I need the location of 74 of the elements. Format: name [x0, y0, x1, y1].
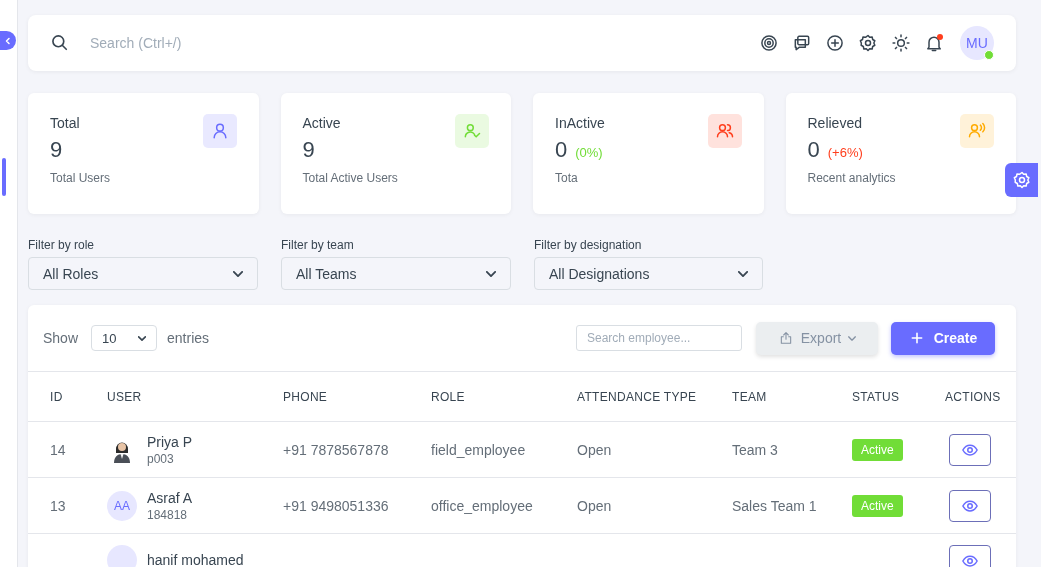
column-header: ID	[50, 389, 63, 404]
sun-button[interactable]	[891, 33, 911, 53]
stat-caption: Total Users	[50, 171, 112, 185]
user-code: 184818	[147, 507, 189, 522]
table-cell: Open	[577, 441, 612, 458]
view-button[interactable]	[949, 433, 991, 466]
column-header: ROLE	[431, 389, 465, 404]
show-label: Show	[43, 330, 79, 346]
column-header: ATTENDANCE TYPE	[577, 389, 697, 404]
stat-change: (+6%)	[827, 145, 863, 160]
stat-caption: Recent analytics	[807, 171, 897, 185]
column-header: PHONE	[283, 389, 328, 404]
chevron-down-icon	[138, 335, 147, 341]
stat-value: 0	[807, 137, 820, 163]
table-cell: +91 7878567878	[283, 441, 389, 458]
table-cell: +91 9498051336	[283, 497, 389, 514]
filter-select[interactable]: All Roles	[28, 257, 258, 290]
sun-icon	[891, 33, 911, 53]
stat-value: 9	[302, 137, 315, 163]
column-header: ACTIONS	[945, 389, 1001, 404]
filter-label: Filter by role	[28, 238, 96, 252]
settings-button[interactable]	[858, 33, 878, 53]
stat-caption: Tota	[555, 171, 579, 185]
user-avatar: AA	[107, 490, 137, 521]
chevron-down-icon	[233, 270, 243, 277]
filter-label: Filter by team	[281, 238, 355, 252]
table-cell: field_employee	[431, 441, 526, 458]
settings-icon	[1011, 170, 1032, 190]
table-cell: Team 3	[732, 441, 778, 458]
chat-button[interactable]	[792, 33, 812, 53]
view-button[interactable]	[949, 489, 991, 522]
stat-value: 0	[555, 137, 568, 163]
target-icon	[759, 33, 779, 53]
entries-label: entries	[167, 330, 210, 346]
add-button[interactable]	[825, 33, 845, 53]
column-header: STATUS	[852, 389, 900, 404]
stat-change: (0%)	[575, 145, 603, 160]
page-size-select[interactable]: 10	[91, 325, 158, 351]
stat-title: Total	[50, 115, 81, 131]
user-name: Asraf A	[147, 489, 193, 506]
stat-title: InActive	[555, 115, 606, 131]
chat-icon	[792, 33, 812, 53]
chevron-down-icon	[848, 335, 857, 341]
filter-label: Filter by designation	[534, 238, 643, 252]
stat-title: Active	[302, 115, 342, 131]
user-code: p003	[147, 451, 175, 466]
chevron-down-icon	[486, 270, 496, 277]
notifications-button[interactable]	[924, 33, 944, 53]
chevron-down-icon	[738, 270, 748, 277]
target-button[interactable]	[759, 33, 779, 53]
filter-select[interactable]: All Designations	[534, 257, 763, 290]
create-button[interactable]: Create	[891, 321, 995, 355]
status-badge: Active	[852, 494, 903, 517]
table-cell: 14	[50, 441, 66, 458]
stat-value: 9	[50, 137, 63, 163]
stat-caption: Total Active Users	[302, 171, 399, 185]
filter-select[interactable]: All Teams	[281, 257, 511, 290]
search-field[interactable]: Search employee...	[576, 325, 742, 351]
search-field[interactable]: Search (Ctrl+/)	[88, 34, 759, 52]
user-avatar	[107, 545, 137, 567]
active-indicator	[2, 158, 6, 196]
table-cell: 13	[50, 497, 66, 514]
add-icon	[825, 33, 845, 53]
table-cell: Sales Team 1	[732, 497, 817, 514]
table-cell: office_employee	[431, 497, 533, 514]
column-header: TEAM	[732, 389, 767, 404]
status-badge: Active	[852, 438, 903, 461]
stat-title: Relieved	[807, 115, 863, 131]
user-name: Priya P	[147, 433, 193, 450]
column-header: USER	[107, 389, 142, 404]
user-name: hanif mohamed	[147, 552, 244, 567]
settings-icon	[858, 33, 878, 53]
table-cell: Open	[577, 497, 612, 514]
search-icon	[50, 33, 70, 53]
